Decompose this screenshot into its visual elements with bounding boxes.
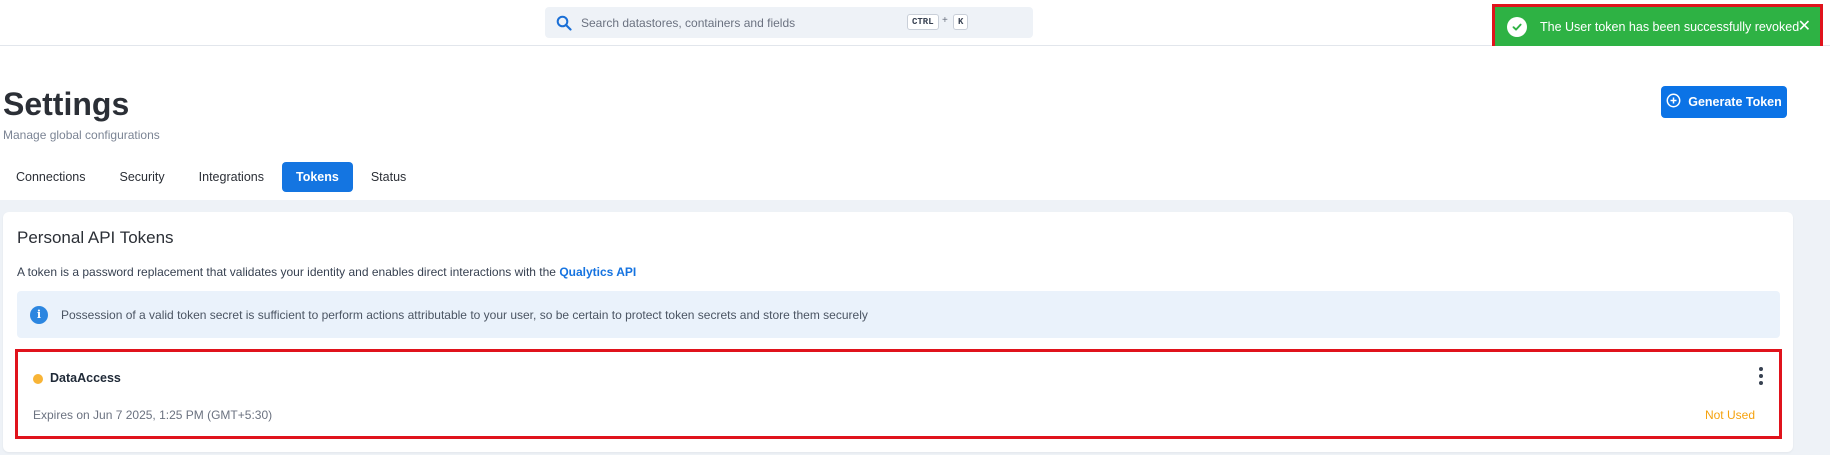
tab-connections[interactable]: Connections (0, 162, 102, 192)
more-options-icon[interactable] (1756, 367, 1766, 385)
qualytics-api-link[interactable]: Qualytics API (559, 265, 636, 279)
page-title: Settings (3, 86, 130, 122)
status-dot-icon (33, 374, 43, 384)
tab-integrations[interactable]: Integrations (183, 162, 280, 192)
token-usage-status: Not Used (1704, 408, 1755, 422)
token-expiry: Expires on Jun 7 2025, 1:25 PM (GMT+5:30… (33, 408, 273, 422)
check-circle-icon (1507, 16, 1527, 37)
card-description: A token is a password replacement that v… (17, 265, 636, 279)
info-banner: i Possession of a valid token secret is … (17, 291, 1780, 338)
shortcut-plus: + (942, 15, 948, 26)
generate-token-label: Generate Token (1688, 95, 1782, 109)
personal-api-tokens-card: Personal API Tokens A token is a passwor… (3, 212, 1793, 452)
close-icon[interactable]: ✕ (1798, 16, 1811, 36)
tab-tokens[interactable]: Tokens (281, 162, 353, 192)
card-title: Personal API Tokens (17, 228, 174, 247)
page-header: Settings Manage global configurations Ge… (0, 46, 1830, 200)
info-text: Possession of a valid token secret is su… (61, 307, 868, 322)
description-text: A token is a password replacement that v… (17, 265, 556, 279)
settings-tabs: Connections Security Integrations Tokens… (0, 162, 424, 192)
generate-token-button[interactable]: Generate Token (1661, 86, 1787, 118)
token-row: DataAccess Expires on Jun 7 2025, 1:25 P… (15, 349, 1782, 439)
page-subtitle: Manage global configurations (3, 128, 160, 142)
shortcut-key-k: K (953, 14, 969, 30)
toast-message: The User token has been successfully rev… (1540, 19, 1800, 34)
shortcut-key-ctrl: CTRL (907, 14, 939, 30)
search-icon (555, 14, 573, 32)
success-toast: The User token has been successfully rev… (1492, 4, 1823, 49)
info-icon: i (30, 305, 48, 324)
search-input[interactable] (581, 15, 961, 30)
token-name: DataAccess (50, 371, 121, 385)
tab-security[interactable]: Security (104, 162, 181, 192)
tab-status[interactable]: Status (355, 162, 422, 192)
plus-circle-icon (1666, 93, 1681, 111)
global-search[interactable]: CTRL + K (545, 7, 1033, 38)
